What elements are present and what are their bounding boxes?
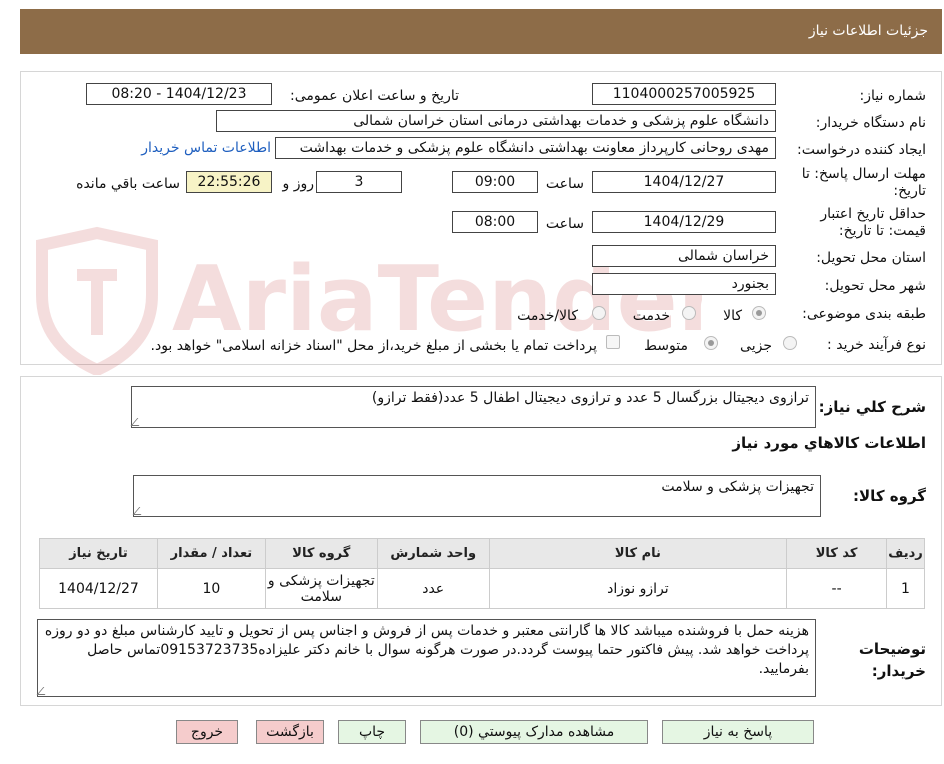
need-number-field[interactable]: 1104000257005925 [592,83,776,105]
quantity-cell: 10 [156,568,266,609]
deadline-days-field[interactable]: 3 [316,171,402,193]
buyer-org-field[interactable]: دانشگاه علوم پزشکی و خدمات بهداشتی درمان… [216,110,776,132]
remaining-label: ساعت باقي مانده [76,176,180,192]
attachments-button[interactable]: مشاهده مدارک پیوستي (0) [420,720,648,744]
goods-table: ردیف کد کالا نام کالا واحد شمارش گروه کا… [39,538,925,609]
process-minor-label: جزیی [740,338,772,354]
validity-time-label: ساعت [545,216,584,232]
remaining-time-field: 22:55:26 [186,171,272,193]
province-label: استان محل تحویل: [816,250,926,266]
requester-label: ایجاد کننده درخواست: [797,142,926,158]
column-header: ردیف [886,538,925,569]
table-row[interactable]: 1 -- ترازو نوزاد عدد تجهیزات پزشکی و سلا… [39,568,925,609]
column-header: واحد شمارش [376,538,490,569]
category-both-radio[interactable] [592,306,606,320]
buyer-org-label: نام دستگاه خریدار: [815,115,926,131]
process-minor-radio[interactable] [783,336,797,350]
exit-button[interactable]: خروج [176,720,238,744]
deadline-date-field[interactable]: 1404/12/27 [592,171,776,193]
resize-grip-icon[interactable] [132,507,148,515]
process-medium-radio[interactable] [704,336,718,350]
validity-date-field[interactable]: 1404/12/29 [592,211,776,233]
page-header: جزئیات اطلاعات نیاز [20,9,942,54]
announce-label: تاریخ و ساعت اعلان عمومی: [290,88,459,104]
need-date-cell: 1404/12/27 [39,568,158,609]
table-header-row: ردیف کد کالا نام کالا واحد شمارش گروه کا… [39,538,925,569]
unit-cell: عدد [376,568,490,609]
process-medium-label: متوسط [644,338,688,354]
city-label: شهر محل تحویل: [824,278,926,294]
need-number-label: شماره نیاز: [859,88,927,104]
deadline-label: مهلت ارسال پاسخ: تا تاریخ: [801,166,926,199]
process-label: نوع فرآیند خرید : [827,337,926,353]
goods-group-textarea[interactable]: تجهیزات پزشکی و سلامت [132,475,821,517]
goods-group-label: گروه کالا: [853,487,926,505]
category-service-radio[interactable] [682,306,696,320]
category-goods-label: کالا [723,308,742,324]
resize-grip-icon[interactable] [130,418,146,426]
column-header: تعداد / مقدار [156,538,266,569]
back-button[interactable]: بازگشت [256,720,324,744]
validity-time-field[interactable]: 08:00 [452,211,538,233]
requester-field[interactable]: مهدی روحانی کارپرداز معاونت بهداشتی دانش… [275,137,776,159]
resize-grip-icon[interactable] [36,687,52,695]
goods-group-text: تجهیزات پزشکی و سلامت [661,479,814,495]
column-header: نام کالا [488,538,788,569]
category-goods-radio[interactable] [752,306,766,320]
column-header: تاریخ نیاز [39,538,158,569]
buyer-contact-link[interactable]: اطلاعات تماس خریدار [141,140,271,156]
item-group-cell: تجهیزات پزشکی و سلامت [264,568,378,609]
print-button[interactable]: چاپ [338,720,406,744]
column-header: کد کالا [786,538,888,569]
goods-info-title: اطلاعات کالاهاي مورد نیاز [732,434,926,452]
province-field[interactable]: خراسان شمالی [592,245,776,267]
category-both-label: کالا/خدمت [517,308,578,324]
category-service-label: خدمت [632,308,670,324]
column-header: گروه کالا [264,538,378,569]
summary-textarea[interactable]: ترازوی دیجیتال بزرگسال 5 عدد و ترازوی دی… [130,386,816,428]
category-label: طبقه بندی موضوعی: [802,306,926,322]
row-number-cell: 1 [886,568,925,609]
buyer-notes-label: توضیحات خریدار: [858,640,926,680]
deadline-time-label: ساعت [545,176,584,192]
announce-field[interactable]: 1404/12/23 - 08:20 [86,83,272,105]
buyer-notes-text: هزینه حمل با فروشنده میباشد کالا ها گارا… [44,623,809,677]
validity-label: حداقل تاریخ اعتبار قیمت: تا تاریخ: [820,206,926,239]
deadline-time-field[interactable]: 09:00 [452,171,538,193]
item-name-cell: ترازو نوزاد [488,568,788,609]
buyer-notes-textarea[interactable]: هزینه حمل با فروشنده میباشد کالا ها گارا… [36,619,816,697]
page-title: جزئیات اطلاعات نیاز [808,23,928,39]
item-code-cell: -- [786,568,888,609]
summary-text: ترازوی دیجیتال بزرگسال 5 عدد و ترازوی دی… [371,390,809,406]
treasury-note: پرداخت تمام یا بخشی از مبلغ خرید،از محل … [150,338,597,354]
treasury-checkbox[interactable] [606,335,620,349]
summary-label: شرح کلي نیاز: [818,398,926,416]
days-label: روز و [282,176,315,192]
reply-button[interactable]: پاسخ به نیاز [662,720,814,744]
city-field[interactable]: بجنورد [592,273,776,295]
